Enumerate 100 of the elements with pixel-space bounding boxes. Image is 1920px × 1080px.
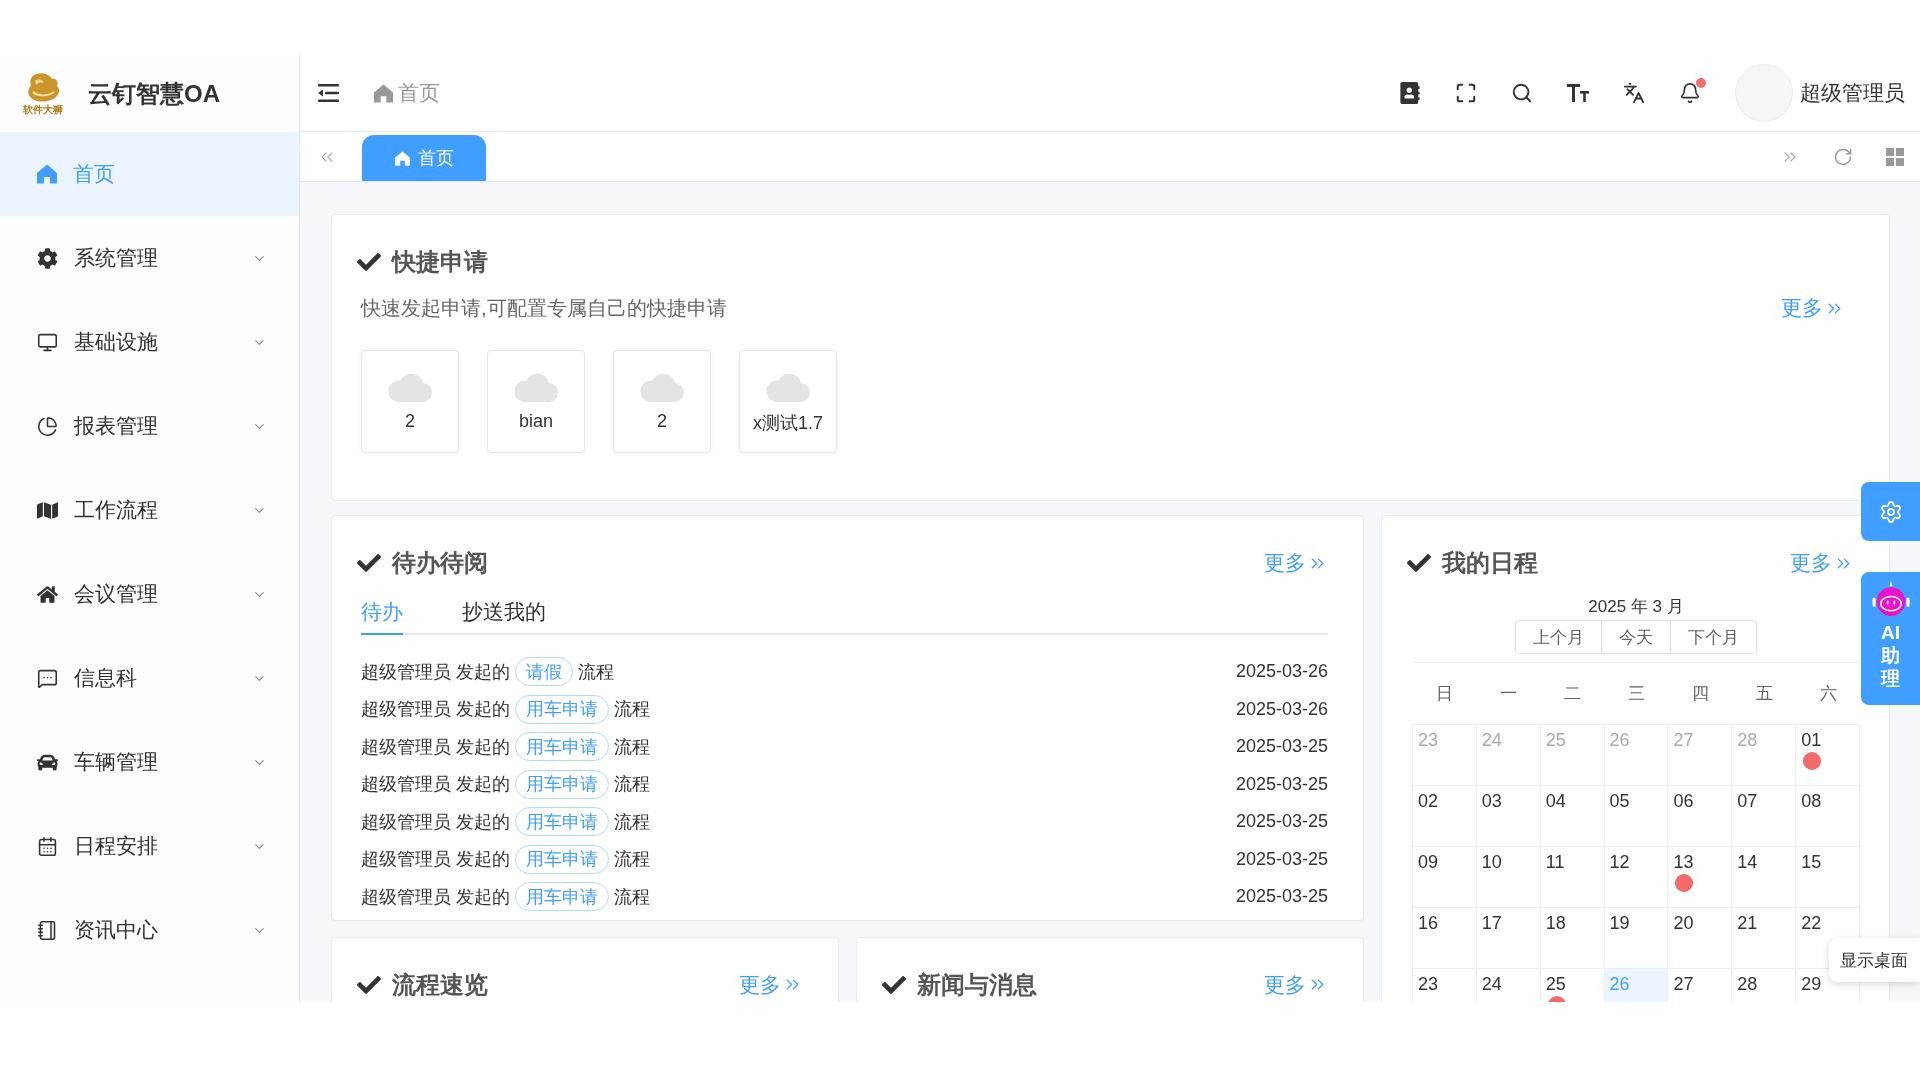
- search-icon[interactable]: [1511, 82, 1533, 104]
- quick-apply-tile[interactable]: 2: [361, 350, 459, 453]
- calendar-day-cell[interactable]: 11: [1540, 847, 1605, 908]
- day-number: 28: [1737, 973, 1758, 995]
- day-number: 03: [1481, 790, 1502, 812]
- calendar-day-cell[interactable]: 21: [1732, 908, 1797, 969]
- weekday-label: 日: [1435, 683, 1453, 705]
- sidebar-item[interactable]: 报表管理: [0, 384, 299, 468]
- card-title: 流程速览: [392, 969, 488, 1000]
- breadcrumb-item: 首页: [398, 80, 440, 106]
- calendar-day-cell[interactable]: 03: [1476, 786, 1541, 847]
- notification-icon[interactable]: [1679, 82, 1701, 104]
- calendar-day-cell[interactable]: 18: [1540, 908, 1605, 969]
- process-text: 流程: [614, 735, 650, 759]
- day-number: 25: [1545, 729, 1566, 751]
- day-number: 26: [1609, 729, 1630, 751]
- calendar-day-cell[interactable]: 16: [1413, 908, 1477, 969]
- calendar-day-cell[interactable]: 13: [1668, 847, 1733, 908]
- weekday-label: 五: [1755, 683, 1773, 705]
- calendar-day-cell[interactable]: 10: [1476, 847, 1541, 908]
- todo-tab[interactable]: 抄送我的: [462, 592, 546, 635]
- calendar-day-cell[interactable]: 19: [1604, 908, 1669, 969]
- home-icon: [394, 150, 410, 166]
- day-number: 26: [1609, 973, 1630, 995]
- day-number: 10: [1481, 851, 1502, 873]
- home-icon: [374, 83, 393, 103]
- date-text: 2025-03-25: [1235, 848, 1328, 870]
- pie-chart-icon: [37, 415, 58, 437]
- weekday-label: 四: [1691, 683, 1709, 705]
- settings-button[interactable]: [1861, 482, 1920, 541]
- calendar-day-cell[interactable]: 09: [1413, 847, 1477, 908]
- weekday-label: 六: [1819, 683, 1837, 705]
- quick-apply-tile[interactable]: bian: [487, 350, 585, 453]
- next-month-button[interactable]: 下个月: [1670, 620, 1757, 654]
- calendar-day-cell[interactable]: 17: [1476, 908, 1541, 969]
- date-text: 2025-03-26: [1235, 661, 1328, 683]
- quick-apply-tile[interactable]: 2: [613, 350, 711, 453]
- app-title: 云钉智慧OA: [88, 78, 220, 109]
- calendar-day-cell[interactable]: 15: [1796, 847, 1860, 908]
- cloud-icon: [640, 373, 684, 402]
- day-number: 15: [1801, 851, 1822, 873]
- calendar-day-cell[interactable]: 02: [1413, 786, 1477, 847]
- day-number: 02: [1418, 790, 1439, 812]
- day-number: 24: [1481, 973, 1502, 995]
- calendar-day-cell[interactable]: 05: [1604, 786, 1669, 847]
- card-title: 快捷申请: [392, 247, 488, 277]
- calendar-day-cell[interactable]: 14: [1732, 847, 1797, 908]
- quick-apply-tile[interactable]: x测试1.7: [739, 350, 837, 453]
- date-text: 2025-03-25: [1235, 886, 1328, 908]
- day-number: 05: [1609, 790, 1630, 812]
- translate-icon[interactable]: [1623, 82, 1645, 104]
- sidebar-item[interactable]: 车辆管理: [0, 720, 299, 804]
- date-text: 2025-03-25: [1235, 773, 1328, 795]
- month-label: 2025 年 3 月: [1588, 596, 1684, 618]
- fullscreen-icon[interactable]: [1455, 82, 1477, 104]
- sidebar-item[interactable]: 会议管理: [0, 552, 299, 636]
- check-icon: [357, 250, 381, 274]
- refresh-icon[interactable]: [1833, 146, 1853, 167]
- day-number: 13: [1673, 851, 1694, 873]
- process-text: 流程: [614, 885, 650, 909]
- calendar-day-cell[interactable]: 06: [1668, 786, 1733, 847]
- check-icon: [1407, 551, 1431, 575]
- contact-book-icon[interactable]: [1399, 82, 1421, 104]
- show-desktop-tooltip[interactable]: 显示桌面: [1829, 938, 1920, 982]
- calendar-day-cell[interactable]: 07: [1732, 786, 1797, 847]
- day-number: 21: [1737, 912, 1758, 934]
- menu-icon[interactable]: [318, 84, 339, 102]
- calendar-day-cell[interactable]: 12: [1604, 847, 1669, 908]
- sidebar-item[interactable]: 工作流程: [0, 468, 299, 552]
- sidebar-item[interactable]: 资讯中心: [0, 888, 299, 972]
- initiator-text: 超级管理员 发起的: [361, 773, 510, 797]
- card-title: 待办待阅: [392, 548, 488, 578]
- calendar-day-cell[interactable]: 01: [1796, 725, 1860, 786]
- home-icon: [37, 164, 57, 184]
- monitor-icon: [37, 331, 58, 353]
- day-number: 24: [1481, 729, 1502, 751]
- calendar-day-cell[interactable]: 20: [1668, 908, 1733, 969]
- day-number: 23: [1418, 973, 1439, 995]
- day-number: 28: [1737, 729, 1758, 751]
- day-number: 29: [1801, 973, 1822, 995]
- user-name[interactable]: 超级管理员: [1800, 79, 1905, 107]
- weekday-label: 一: [1499, 683, 1517, 705]
- calendar-day-cell[interactable]: 04: [1540, 786, 1605, 847]
- process-text: 流程: [614, 773, 650, 797]
- sidebar-item[interactable]: 系统管理: [0, 216, 299, 300]
- previous-month-button[interactable]: 上个月: [1515, 620, 1602, 654]
- date-text: 2025-03-26: [1235, 698, 1328, 720]
- day-number: 01: [1801, 729, 1822, 751]
- sidebar-item[interactable]: 信息科: [0, 636, 299, 720]
- font-size-icon[interactable]: [1567, 84, 1589, 102]
- grid-icon[interactable]: [1886, 147, 1904, 166]
- day-number: 27: [1673, 973, 1694, 995]
- calendar-icon: [37, 835, 58, 857]
- sidebar-item[interactable]: 基础设施: [0, 300, 299, 384]
- map-icon: [37, 499, 58, 521]
- today-button[interactable]: 今天: [1601, 620, 1671, 654]
- day-number: 06: [1673, 790, 1694, 812]
- sidebar-item[interactable]: 日程安排: [0, 804, 299, 888]
- initiator-text: 超级管理员 发起的: [361, 735, 510, 759]
- calendar-day-cell[interactable]: 08: [1796, 786, 1860, 847]
